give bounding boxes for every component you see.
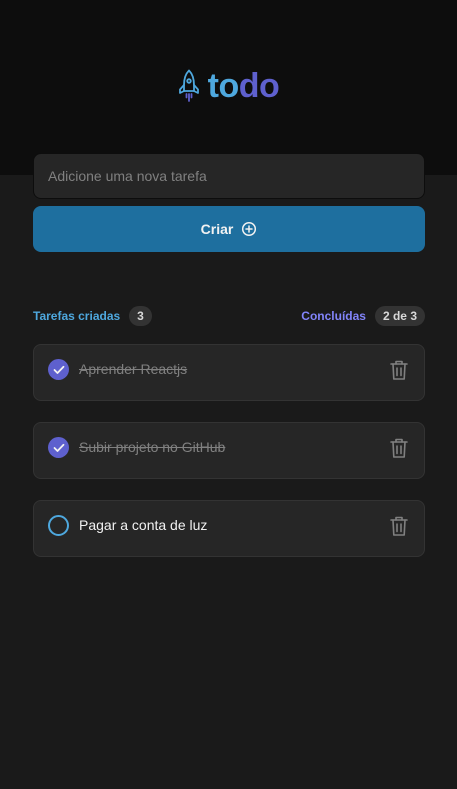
delete-task-button[interactable] <box>389 359 409 381</box>
delete-task-button[interactable] <box>389 437 409 459</box>
logo-text-to: to <box>207 67 240 105</box>
new-task-input[interactable] <box>33 153 425 199</box>
task-text: Pagar a conta de luz <box>79 517 208 533</box>
task-checkbox[interactable] <box>48 515 69 536</box>
created-summary: Tarefas criadas 3 <box>33 306 152 326</box>
task-list: Aprender Reactjs Subir projeto no GitHub <box>33 344 425 578</box>
done-tasks-counter: 2 de 3 <box>374 306 425 326</box>
delete-task-button[interactable] <box>389 515 409 537</box>
task-checkbox[interactable] <box>48 359 69 380</box>
task-text: Subir projeto no GitHub <box>79 439 226 455</box>
task-text: Aprender Reactjs <box>79 361 188 377</box>
task-summary: Tarefas criadas 3 Concluídas 2 de 3 <box>33 305 425 327</box>
task-item: Subir projeto no GitHub <box>33 422 425 479</box>
check-icon <box>53 443 64 452</box>
done-tasks-label: Concluídas <box>301 309 366 323</box>
check-icon <box>53 365 64 374</box>
app-logo: todo <box>0 66 457 106</box>
trash-icon <box>390 360 408 380</box>
created-tasks-label: Tarefas criadas <box>33 309 121 323</box>
task-item: Pagar a conta de luz <box>33 500 425 557</box>
logo-text-do: do <box>238 67 280 105</box>
create-button[interactable]: Criar <box>33 206 425 252</box>
task-checkbox[interactable] <box>48 437 69 458</box>
create-button-label: Criar <box>200 221 234 237</box>
created-tasks-counter: 3 <box>129 306 152 326</box>
done-summary: Concluídas 2 de 3 <box>301 306 425 326</box>
plus-circle-icon <box>242 221 257 237</box>
trash-icon <box>390 516 408 536</box>
task-item: Aprender Reactjs <box>33 344 425 401</box>
rocket-icon <box>178 69 199 102</box>
trash-icon <box>390 438 408 458</box>
logo-text: todo <box>208 66 280 106</box>
